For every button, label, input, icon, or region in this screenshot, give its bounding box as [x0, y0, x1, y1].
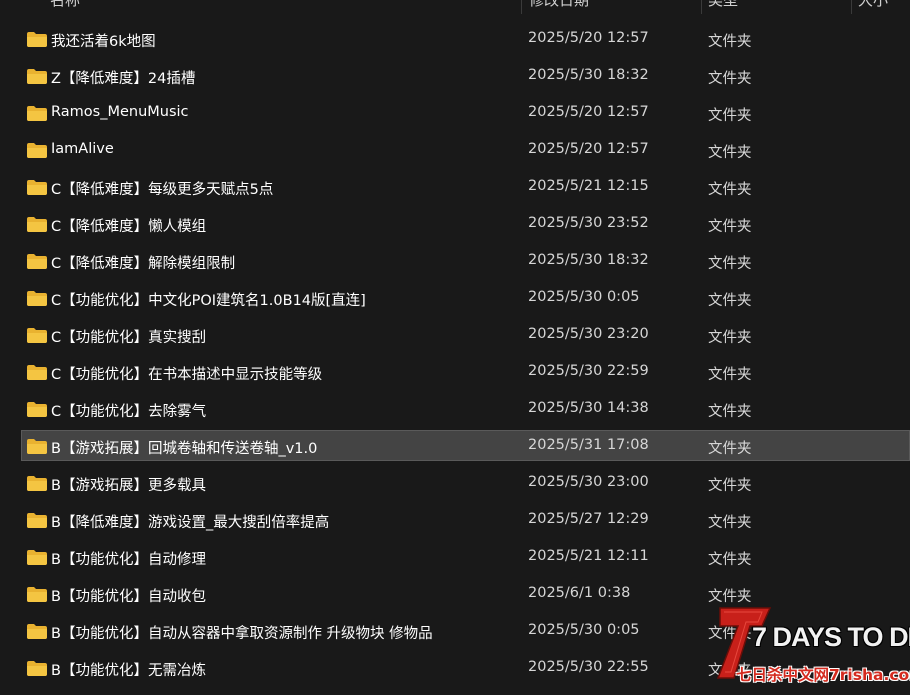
file-row[interactable]: C【功能优化】在书本描述中显示技能等级 2025/5/30 22:59 文件夹 — [21, 356, 910, 387]
file-row[interactable]: C【降低难度】解除模组限制 2025/5/30 18:32 文件夹 — [21, 245, 910, 276]
file-date: 2025/5/30 14:38 — [528, 400, 649, 416]
file-row[interactable]: C【降低难度】懒人模组 2025/5/30 23:52 文件夹 — [21, 208, 910, 239]
file-row[interactable]: B【游戏拓展】更多载具 2025/5/30 23:00 文件夹 — [21, 467, 910, 498]
folder-icon — [27, 143, 47, 158]
header-type[interactable]: 类型 — [708, 0, 738, 10]
file-date: 2025/5/20 12:57 — [528, 141, 649, 157]
file-date: 2025/5/20 12:57 — [528, 30, 649, 46]
file-row[interactable]: C【功能优化】中文化POI建筑名1.0B14版[直连] 2025/5/30 0:0… — [21, 282, 910, 313]
file-name: C【功能优化】在书本描述中显示技能等级 — [51, 367, 323, 383]
file-date: 2025/5/31 17:08 — [528, 437, 649, 453]
folder-icon — [27, 661, 47, 676]
file-name: B【降低难度】游戏设置_最大搜刮倍率提高 — [51, 515, 330, 531]
folder-icon — [27, 439, 47, 454]
file-type: 文件夹 — [708, 552, 752, 568]
file-name: Z【降低难度】24插槽 — [51, 71, 196, 87]
folder-icon — [27, 365, 47, 380]
file-date: 2025/5/30 22:59 — [528, 363, 649, 379]
header-divider[interactable] — [521, 0, 522, 14]
file-type: 文件夹 — [708, 182, 752, 198]
file-row[interactable]: B【降低难度】游戏设置_最大搜刮倍率提高 2025/5/27 12:29 文件夹 — [21, 504, 910, 535]
file-row[interactable]: C【降低难度】每级更多天赋点5点 2025/5/21 12:15 文件夹 — [21, 171, 910, 202]
file-type: 文件夹 — [708, 293, 752, 309]
file-date: 2025/5/27 12:29 — [528, 511, 649, 527]
file-row[interactable]: Z【降低难度】24插槽 2025/5/30 18:32 文件夹 — [21, 60, 910, 91]
file-type: 文件夹 — [708, 71, 752, 87]
folder-icon — [27, 587, 47, 602]
folder-icon — [27, 328, 47, 343]
folder-icon — [27, 476, 47, 491]
file-row[interactable]: Ramos_MenuMusic 2025/5/20 12:57 文件夹 — [21, 97, 910, 128]
file-name: IamAlive — [51, 141, 114, 157]
file-name: C【功能优化】中文化POI建筑名1.0B14版[直连] — [51, 293, 366, 309]
file-name: B【功能优化】无需冶炼 — [51, 663, 206, 679]
file-row[interactable]: C【功能优化】去除雾气 2025/5/30 14:38 文件夹 — [21, 393, 910, 424]
folder-icon — [27, 291, 47, 306]
watermark-title: 7 DAYS TO DIE — [752, 622, 910, 652]
header-name[interactable]: 名称 — [50, 0, 80, 10]
header-date[interactable]: 修改日期 — [529, 0, 589, 10]
file-row[interactable]: B【游戏拓展】回城卷轴和传送卷轴_v1.0 2025/5/31 17:08 文件夹 — [21, 430, 910, 461]
file-row[interactable]: B【功能优化】自动修理 2025/5/21 12:11 文件夹 — [21, 541, 910, 572]
folder-icon — [27, 402, 47, 417]
file-date: 2025/5/30 18:32 — [528, 67, 649, 83]
file-name: C【功能优化】去除雾气 — [51, 404, 207, 420]
folder-icon — [27, 32, 47, 47]
file-name: B【功能优化】自动修理 — [51, 552, 206, 568]
file-name: B【功能优化】自动收包 — [51, 589, 206, 605]
file-date: 2025/5/30 23:52 — [528, 215, 649, 231]
file-name: C【降低难度】解除模组限制 — [51, 256, 236, 272]
folder-icon — [27, 624, 47, 639]
file-date: 2025/5/21 12:15 — [528, 178, 649, 194]
file-type: 文件夹 — [708, 330, 752, 346]
file-type: 文件夹 — [708, 441, 752, 457]
file-date: 2025/5/30 23:00 — [528, 474, 649, 490]
folder-icon — [27, 217, 47, 232]
file-name: C【降低难度】每级更多天赋点5点 — [51, 182, 274, 198]
file-type: 文件夹 — [708, 256, 752, 272]
file-date: 2025/5/30 0:05 — [528, 289, 640, 305]
file-type: 文件夹 — [708, 219, 752, 235]
file-row[interactable]: C【功能优化】真实搜刮 2025/5/30 23:20 文件夹 — [21, 319, 910, 350]
file-type: 文件夹 — [708, 515, 752, 531]
file-name: Ramos_MenuMusic — [51, 104, 189, 120]
header-divider[interactable] — [851, 0, 852, 14]
header-size[interactable]: 大小 — [858, 0, 888, 10]
file-date: 2025/6/1 0:38 — [528, 585, 631, 601]
folder-icon — [27, 180, 47, 195]
file-name: 我还活着6k地图 — [51, 34, 156, 50]
file-date: 2025/5/21 12:11 — [528, 548, 649, 564]
folder-icon — [27, 513, 47, 528]
file-date: 2025/5/30 0:05 — [528, 622, 640, 638]
file-type: 文件夹 — [708, 145, 752, 161]
file-name: C【功能优化】真实搜刮 — [51, 330, 207, 346]
file-name: B【功能优化】自动从容器中拿取资源制作 升级物块 修物品 — [51, 626, 433, 642]
file-name: B【游戏拓展】更多载具 — [51, 478, 206, 494]
folder-icon — [27, 254, 47, 269]
file-type: 文件夹 — [708, 404, 752, 420]
file-name: B【游戏拓展】回城卷轴和传送卷轴_v1.0 — [51, 441, 318, 457]
watermark-site: 七日杀中文网7risha.com — [736, 666, 910, 684]
column-header: 名称 修改日期 类型 大小 — [0, 0, 910, 14]
file-name: C【降低难度】懒人模组 — [51, 219, 207, 235]
watermark-logo: 7 DAYS TO DIE 七日杀中文网7risha.com — [712, 600, 910, 695]
file-date: 2025/5/30 18:32 — [528, 252, 649, 268]
folder-icon — [27, 106, 47, 121]
file-type: 文件夹 — [708, 367, 752, 383]
file-date: 2025/5/30 22:55 — [528, 659, 649, 675]
file-type: 文件夹 — [708, 478, 752, 494]
file-type: 文件夹 — [708, 34, 752, 50]
folder-icon — [27, 69, 47, 84]
file-date: 2025/5/30 23:20 — [528, 326, 649, 342]
file-type: 文件夹 — [708, 108, 752, 124]
file-row[interactable]: IamAlive 2025/5/20 12:57 文件夹 — [21, 134, 910, 165]
header-divider[interactable] — [701, 0, 702, 14]
file-row[interactable]: 我还活着6k地图 2025/5/20 12:57 文件夹 — [21, 23, 910, 54]
folder-icon — [27, 550, 47, 565]
file-date: 2025/5/20 12:57 — [528, 104, 649, 120]
